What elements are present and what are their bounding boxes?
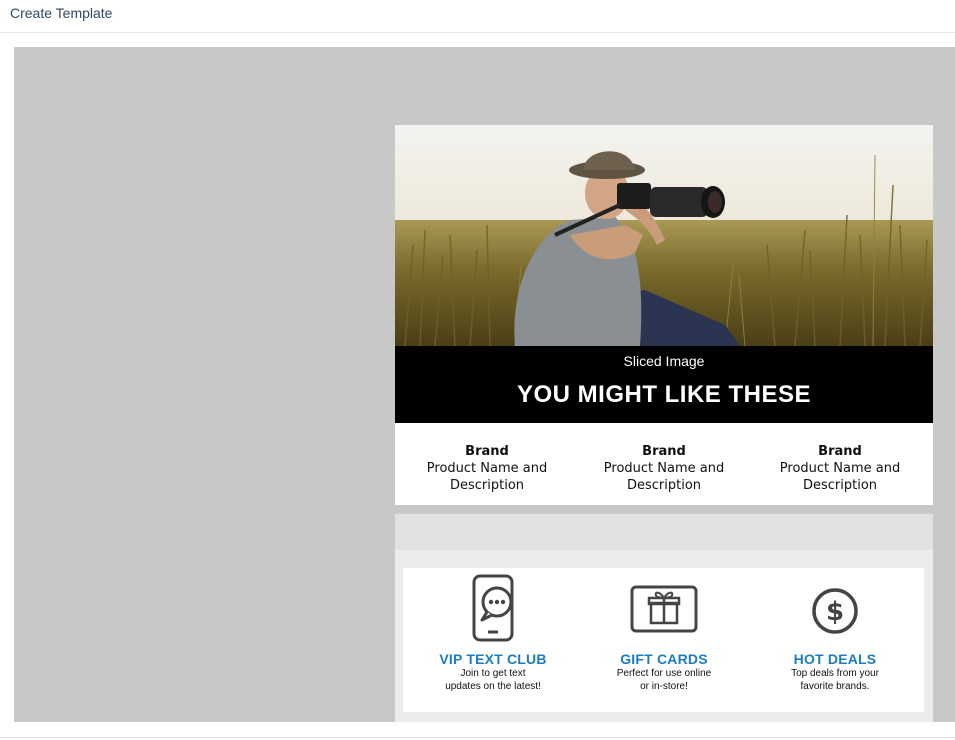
promo-gift-cards[interactable]: GIFT CARDS Perfect for use online or in-… xyxy=(577,568,751,712)
promo-vip-text-club[interactable]: VIP TEXT CLUB Join to get text updates o… xyxy=(406,568,580,712)
email-block-spacer[interactable] xyxy=(395,514,933,550)
promo-title: GIFT CARDS xyxy=(620,651,708,667)
gift-card-icon xyxy=(577,584,751,634)
promo-description: Top deals from your favorite brands. xyxy=(770,667,900,693)
promo-card: VIP TEXT CLUB Join to get text updates o… xyxy=(403,568,924,712)
product-brand: Brand xyxy=(818,444,862,459)
hero-image[interactable] xyxy=(395,125,933,346)
promo-title: HOT DEALS xyxy=(793,651,877,667)
email-block-hero[interactable]: Sliced Image YOU MIGHT LIKE THESE Brand … xyxy=(395,125,933,505)
promo-desc-line: favorite brands. xyxy=(800,681,870,692)
product-row[interactable]: Brand Product Name and Description Brand… xyxy=(395,423,933,505)
banner-title: YOU MIGHT LIKE THESE xyxy=(516,381,811,408)
promo-desc-line: Join to get text xyxy=(460,668,526,679)
page-title: Create Template xyxy=(10,5,113,21)
promo-desc-line: updates on the latest! xyxy=(445,681,541,692)
dollar-circle-icon: $ xyxy=(748,587,922,635)
product-name: Product Name and Description xyxy=(426,461,548,493)
promo-hot-deals[interactable]: $ HOT DEALS Top deals from your favorite… xyxy=(748,568,922,712)
product-item-1[interactable]: Brand Product Name and Description xyxy=(397,443,577,494)
promo-title: VIP TEXT CLUB xyxy=(439,651,547,667)
product-name: Product Name and Description xyxy=(603,461,725,493)
phone-chat-icon xyxy=(406,574,580,642)
promo-desc-line: Perfect for use online xyxy=(616,668,712,679)
banner-subtitle: Sliced Image xyxy=(623,353,705,369)
promo-desc-line: or in-store! xyxy=(640,681,688,692)
svg-text:$: $ xyxy=(826,597,844,627)
product-brand: Brand xyxy=(642,444,686,459)
promo-description: Perfect for use online or in-store! xyxy=(599,667,729,693)
product-item-2[interactable]: Brand Product Name and Description xyxy=(574,443,754,494)
sliced-image-banner[interactable]: Sliced Image YOU MIGHT LIKE THESE xyxy=(395,346,933,423)
promo-desc-line: Top deals from your xyxy=(791,668,879,679)
editor-canvas[interactable]: Sliced Image YOU MIGHT LIKE THESE Brand … xyxy=(14,47,955,722)
product-name: Product Name and Description xyxy=(779,461,901,493)
product-item-3[interactable]: Brand Product Name and Description xyxy=(750,443,930,494)
divider xyxy=(0,737,955,738)
email-block-promos[interactable]: VIP TEXT CLUB Join to get text updates o… xyxy=(395,550,933,722)
top-bar: Create Template xyxy=(0,0,955,33)
photographer-photo xyxy=(395,125,933,346)
product-brand: Brand xyxy=(465,444,509,459)
promo-description: Join to get text updates on the latest! xyxy=(428,667,558,693)
